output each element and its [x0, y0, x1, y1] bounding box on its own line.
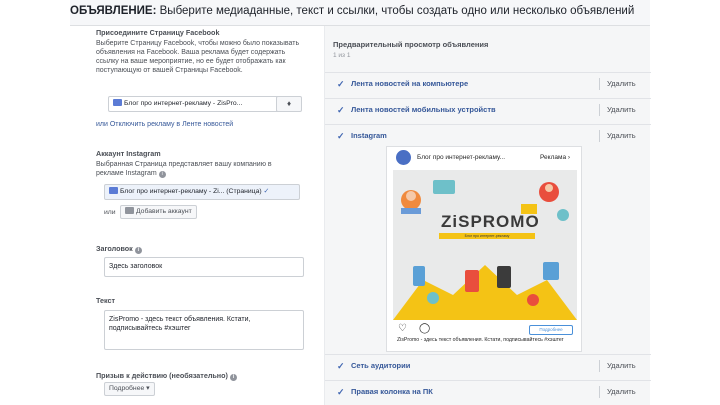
add-account-label: Добавить аккаунт — [136, 208, 192, 215]
page-stepper[interactable]: ♦ — [276, 96, 302, 112]
placement-label: Лента новостей мобильных устройств — [351, 105, 496, 114]
placement-label: Правая колонка на ПК — [351, 387, 433, 396]
page-icon — [113, 99, 122, 106]
check-icon: ✓ — [337, 387, 345, 397]
learn-more-button[interactable]: Подробнее — [529, 325, 573, 335]
preview-count: 1 из 1 — [333, 52, 351, 59]
placement-row-right-column[interactable]: ✓ Правая колонка на ПК Удалить — [325, 380, 651, 402]
ig-account-name: Блог про интернет-рекламу... — [417, 154, 506, 161]
text-label: Текст — [96, 296, 116, 305]
delete-link[interactable]: Удалить — [607, 125, 636, 147]
info-icon[interactable]: i — [229, 374, 237, 381]
headline-input[interactable]: Здесь заголовок — [104, 257, 304, 277]
preview-title: Предварительный просмотр объявления — [333, 40, 489, 49]
header-title-bold: ОБЪЯВЛЕНИЕ: — [70, 5, 157, 17]
check-icon: ✓ — [337, 131, 345, 141]
delete-link[interactable]: Удалить — [607, 355, 636, 377]
check-icon: ✓ — [337, 79, 345, 89]
text-input[interactable]: ZisPromo - здесь текст объявления. Кстат… — [104, 310, 304, 350]
placement-label: Лента новостей на компьютере — [351, 79, 469, 88]
instagram-account-block: Аккаунт Instagram Выбранная Страница пре… — [96, 149, 311, 178]
heart-icon[interactable]: ♡ — [398, 323, 407, 334]
left-margin — [0, 0, 70, 405]
header-title-rest: Выберите медиаданные, текст и ссылки, чт… — [156, 5, 635, 17]
instagram-account-select[interactable]: Блог про интернет-рекламу - Zi... (Стран… — [104, 184, 300, 200]
section-header: ОБЪЯВЛЕНИЕ: Выберите медиаданные, текст … — [70, 0, 650, 26]
page-icon — [109, 187, 118, 194]
placement-row-audience-network[interactable]: ✓ Сеть аудитории Удалить — [325, 354, 651, 376]
instagram-account-description: Выбранная Страница представляет вашу ком… — [96, 161, 272, 177]
add-account-button[interactable]: Добавить аккаунт — [120, 205, 197, 219]
comment-icon[interactable]: ◯ — [419, 323, 430, 334]
ad-illustration — [393, 180, 577, 320]
right-margin — [650, 0, 720, 405]
check-icon: ✓ — [337, 105, 345, 115]
disable-feed-link[interactable]: или Отключить рекламу в Ленте новостей — [96, 120, 311, 129]
delete-link[interactable]: Удалить — [607, 73, 636, 95]
placement-label: Instagram — [351, 131, 387, 140]
placement-row-desktop-feed[interactable]: ✓ Лента новостей на компьютере Удалить — [325, 72, 651, 94]
info-icon[interactable]: i — [134, 247, 142, 254]
headline-label: Заголовок — [96, 244, 133, 253]
ad-form: Присоедините Страницу Facebook Выберите … — [96, 26, 318, 405]
instagram-ad-preview: Блог про интернет-рекламу... Реклама › Z… — [386, 146, 582, 352]
cta-select[interactable]: Подробнее ▾ — [104, 382, 155, 396]
ig-caption: ZisPromo - здесь текст объявления. Кстат… — [397, 337, 564, 343]
ig-actions: ♡ ◯ Подробнее — [393, 323, 577, 337]
delete-link[interactable]: Удалить — [607, 381, 636, 403]
cta-label-row: Призыв к действию (необязательно) i — [96, 371, 311, 381]
headline-label-row: Заголовок i — [96, 244, 311, 254]
instagram-account-title: Аккаунт Instagram — [96, 149, 161, 158]
brand-logo: ZiSPROMO — [441, 212, 540, 231]
chevron-down-icon: ▾ — [146, 385, 150, 392]
placement-row-mobile-feed[interactable]: ✓ Лента новостей мобильных устройств Уда… — [325, 98, 651, 120]
check-icon: ✓ — [337, 361, 345, 371]
avatar — [396, 150, 411, 165]
facebook-page-select[interactable]: Блог про интернет-рекламу - ZisPro... — [108, 96, 282, 112]
facebook-page-description: Выберите Страницу Facebook, чтобы можно … — [96, 40, 300, 74]
placement-row-instagram[interactable]: ✓ Instagram Удалить — [325, 124, 651, 146]
ad-image: ZiSPROMO Блог про интернет-рекламу — [393, 170, 577, 320]
facebook-page-title: Присоедините Страницу Facebook — [96, 28, 220, 37]
cta-label: Призыв к действию (необязательно) — [96, 371, 228, 380]
ig-header: Блог про интернет-рекламу... Реклама › — [387, 147, 583, 169]
brand-logo-subtitle: Блог про интернет-рекламу — [439, 233, 535, 239]
check-icon: ✓ — [263, 188, 270, 195]
ig-sponsored-label: Реклама › — [540, 154, 571, 161]
instagram-icon — [125, 207, 134, 214]
delete-link[interactable]: Удалить — [607, 99, 636, 121]
facebook-page-block: Присоедините Страницу Facebook Выберите … — [96, 28, 311, 75]
facebook-page-selected: Блог про интернет-рекламу - ZisPro... — [124, 100, 243, 107]
instagram-account-selected: Блог про интернет-рекламу - Zi... (Стран… — [120, 188, 262, 195]
placement-label: Сеть аудитории — [351, 361, 411, 370]
info-icon[interactable]: i — [158, 171, 166, 178]
cta-selected: Подробнее — [109, 385, 145, 392]
or-label: или — [104, 209, 116, 216]
